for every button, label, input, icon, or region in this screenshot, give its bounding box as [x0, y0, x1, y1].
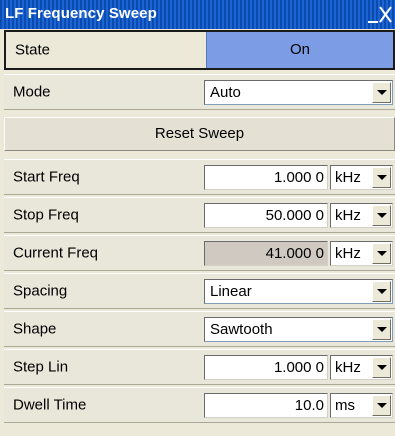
shape-row: Shape Sawtooth: [4, 311, 395, 347]
shape-select[interactable]: Sawtooth: [204, 317, 393, 342]
step-lin-unit: kHz: [335, 359, 361, 376]
chevron-down-icon[interactable]: [372, 205, 391, 226]
minimize-close-icon[interactable]: [367, 1, 393, 27]
step-lin-unit-select[interactable]: kHz: [330, 355, 393, 380]
shape-value: Sawtooth: [210, 321, 273, 338]
spacing-label: Spacing: [13, 282, 68, 300]
mode-select[interactable]: Auto: [204, 80, 393, 105]
spacing-value: Linear: [210, 283, 252, 300]
window-titlebar: LF Frequency Sweep: [0, 0, 395, 29]
chevron-down-icon[interactable]: [372, 319, 391, 340]
spacing-row: Spacing Linear: [4, 273, 395, 309]
current-freq-label: Current Freq: [13, 244, 99, 262]
stop-freq-input[interactable]: 50.000 0: [204, 203, 328, 228]
chevron-down-icon[interactable]: [372, 82, 391, 103]
current-freq-row: Current Freq 41.000 0 kHz: [4, 235, 395, 271]
current-freq-unit-select[interactable]: kHz: [330, 241, 393, 266]
step-lin-label: Step Lin: [13, 358, 69, 376]
dwell-time-unit: ms: [335, 397, 355, 414]
chevron-down-icon[interactable]: [372, 281, 391, 302]
step-lin-row: Step Lin 1.000 0 kHz: [4, 349, 395, 385]
start-freq-unit: kHz: [335, 169, 361, 186]
stop-freq-row: Stop Freq 50.000 0 kHz: [4, 197, 395, 233]
mode-value: Auto: [210, 84, 241, 101]
current-freq-unit: kHz: [335, 245, 361, 262]
mode-label: Mode: [13, 83, 51, 101]
dwell-time-label: Dwell Time: [13, 396, 87, 414]
mode-row: Mode Auto: [4, 74, 395, 110]
chevron-down-icon[interactable]: [372, 395, 391, 416]
state-row: State On: [4, 30, 395, 70]
start-freq-unit-select[interactable]: kHz: [330, 165, 393, 190]
state-toggle[interactable]: On: [206, 32, 393, 68]
dwell-time-row: Dwell Time 10.0 ms: [4, 387, 395, 423]
chevron-down-icon[interactable]: [372, 243, 391, 264]
window-title: LF Frequency Sweep: [5, 5, 157, 22]
shape-label: Shape: [13, 320, 57, 338]
stop-freq-unit-select[interactable]: kHz: [330, 203, 393, 228]
step-lin-input[interactable]: 1.000 0: [204, 355, 328, 380]
stop-freq-label: Stop Freq: [13, 206, 79, 224]
state-label: State: [15, 41, 51, 59]
dwell-time-input[interactable]: 10.0: [204, 393, 328, 418]
start-freq-label: Start Freq: [13, 168, 80, 186]
stop-freq-unit: kHz: [335, 207, 361, 224]
start-freq-input[interactable]: 1.000 0: [204, 165, 328, 190]
start-freq-row: Start Freq 1.000 0 kHz: [4, 159, 395, 195]
reset-row: Reset Sweep: [4, 117, 395, 151]
spacing-select[interactable]: Linear: [204, 279, 393, 304]
dwell-time-unit-select[interactable]: ms: [330, 393, 393, 418]
reset-sweep-button[interactable]: Reset Sweep: [4, 117, 395, 151]
current-freq-readout: 41.000 0: [204, 241, 328, 266]
chevron-down-icon[interactable]: [372, 167, 391, 188]
chevron-down-icon[interactable]: [372, 357, 391, 378]
